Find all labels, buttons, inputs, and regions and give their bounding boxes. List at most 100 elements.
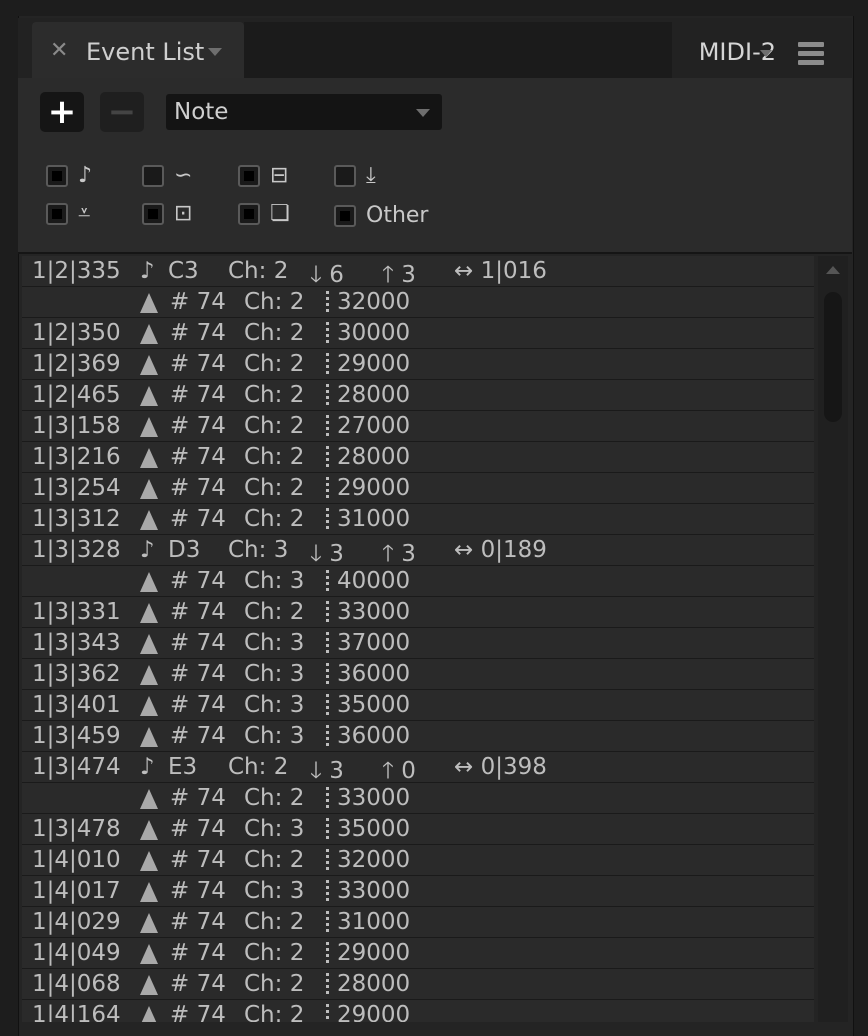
hamburger-menu-icon[interactable] bbox=[798, 42, 824, 69]
note-icon: ♪ bbox=[140, 258, 155, 284]
controller-value: 32000 bbox=[326, 289, 410, 315]
controller-value-text: 35000 bbox=[337, 692, 411, 718]
filter-note-checkbox[interactable] bbox=[46, 165, 68, 187]
filter-program[interactable]: ⊡ bbox=[142, 203, 192, 225]
event-time: 1|3|331 bbox=[32, 599, 121, 625]
controller-event-row[interactable]: 1|2|369 # 74 Ch: 2 29000 bbox=[22, 349, 814, 380]
chevron-down-icon[interactable] bbox=[760, 50, 772, 57]
note-event-row[interactable]: 1|2|335 ♪ C3 Ch: 2 🡓 6 🡑 3 ↔ 1|016 bbox=[22, 256, 814, 288]
chevron-down-icon[interactable] bbox=[208, 48, 222, 56]
event-time: 1|4|164 bbox=[32, 1002, 121, 1022]
controller-event-row[interactable]: 1|2|350 # 74 Ch: 2 30000 bbox=[22, 318, 814, 349]
controller-event-row[interactable]: 1|3|362 # 74 Ch: 3 36000 bbox=[22, 659, 814, 690]
event-time: 1|3|312 bbox=[32, 506, 121, 532]
off-velocity-value: 3 bbox=[401, 541, 416, 567]
controller-event-row[interactable]: 1|2|465 # 74 Ch: 2 28000 bbox=[22, 380, 814, 411]
controller-event-row[interactable]: 1|3|158 # 74 Ch: 2 27000 bbox=[22, 411, 814, 442]
controller-number: # 74 bbox=[170, 971, 226, 997]
event-channel: Ch: 2 bbox=[244, 785, 305, 811]
controller-value-text: 29000 bbox=[337, 1002, 411, 1022]
controller-value-text: 27000 bbox=[337, 413, 411, 439]
value-icon bbox=[326, 445, 329, 470]
event-channel: Ch: 2 bbox=[244, 413, 305, 439]
controller-event-row[interactable]: 1|3|331 # 74 Ch: 2 33000 bbox=[22, 597, 814, 628]
controller-event-row[interactable]: # 74 Ch: 3 40000 bbox=[22, 566, 814, 597]
controller-value: 33000 bbox=[326, 878, 410, 904]
value-icon bbox=[326, 817, 329, 842]
off-velocity-value: 3 bbox=[401, 262, 416, 288]
controller-number: # 74 bbox=[170, 320, 226, 346]
filter-controller[interactable]: ⩡ bbox=[46, 203, 90, 225]
controller-event-row[interactable]: 1|3|401 # 74 Ch: 3 35000 bbox=[22, 690, 814, 721]
controller-event-row[interactable]: 1|3|478 # 74 Ch: 3 35000 bbox=[22, 814, 814, 845]
controller-event-row[interactable]: 1|4|017 # 74 Ch: 3 33000 bbox=[22, 876, 814, 907]
controller-value: 35000 bbox=[326, 692, 410, 718]
filter-poly-checkbox[interactable] bbox=[238, 203, 260, 225]
filter-aftertouch[interactable]: ⊟ bbox=[238, 165, 288, 187]
event-channel: Ch: 2 bbox=[244, 599, 305, 625]
note-icon: ♪ bbox=[78, 163, 93, 188]
event-channel: Ch: 2 bbox=[244, 940, 305, 966]
filter-other[interactable]: Other bbox=[334, 203, 428, 228]
scrollbar-thumb[interactable] bbox=[824, 292, 842, 422]
controller-event-row[interactable]: 1|3|459 # 74 Ch: 3 36000 bbox=[22, 721, 814, 752]
length-value: 0|398 bbox=[480, 754, 547, 780]
controller-value-text: 29000 bbox=[337, 351, 411, 377]
controller-icon bbox=[140, 661, 158, 691]
controller-event-row[interactable]: 1|3|254 # 74 Ch: 2 29000 bbox=[22, 473, 814, 504]
controller-number: # 74 bbox=[170, 444, 226, 470]
controller-event-row[interactable]: # 74 Ch: 2 32000 bbox=[22, 287, 814, 318]
note-icon: ♪ bbox=[140, 537, 155, 563]
event-time: 1|3|474 bbox=[32, 754, 121, 780]
length-icon: ↔ bbox=[454, 537, 474, 563]
controller-event-row[interactable]: 1|4|029 # 74 Ch: 2 31000 bbox=[22, 907, 814, 938]
filter-note[interactable]: ♪ bbox=[46, 165, 92, 187]
note-icon: ♪ bbox=[140, 754, 155, 780]
filter-pitchbend[interactable]: ∽ bbox=[142, 165, 192, 187]
scrollbar[interactable] bbox=[818, 256, 848, 1022]
controller-icon bbox=[140, 351, 158, 381]
controller-value: 28000 bbox=[326, 444, 410, 470]
value-icon bbox=[326, 879, 329, 904]
controller-icon bbox=[140, 1002, 158, 1022]
filter-sysex[interactable]: ⤓ bbox=[334, 165, 376, 187]
controller-value: 35000 bbox=[326, 816, 410, 842]
controller-event-row[interactable]: 1|4|164 # 74 Ch: 2 29000 bbox=[22, 1000, 814, 1022]
controller-value-text: 33000 bbox=[337, 878, 411, 904]
event-list[interactable]: 1|2|335 ♪ C3 Ch: 2 🡓 6 🡑 3 ↔ 1|016 # 74 Ch: 2 320… bbox=[22, 256, 814, 1022]
filter-sysex-checkbox[interactable] bbox=[334, 165, 356, 187]
close-icon[interactable]: ✕ bbox=[50, 40, 68, 62]
filter-controller-checkbox[interactable] bbox=[46, 203, 68, 225]
event-time: 1|3|328 bbox=[32, 537, 121, 563]
filter-pitchbend-checkbox[interactable] bbox=[142, 165, 164, 187]
controller-event-row[interactable]: 1|4|049 # 74 Ch: 2 29000 bbox=[22, 938, 814, 969]
scroll-up-icon[interactable] bbox=[826, 266, 840, 274]
note-event-row[interactable]: 1|3|328 ♪ D3 Ch: 3 🡓 3 🡑 3 ↔ 0|189 bbox=[22, 535, 814, 567]
filter-program-checkbox[interactable] bbox=[142, 203, 164, 225]
controller-value-text: 33000 bbox=[337, 599, 411, 625]
controller-value: 37000 bbox=[326, 630, 410, 656]
controller-event-row[interactable]: 1|3|312 # 74 Ch: 2 31000 bbox=[22, 504, 814, 535]
event-time: 1|2|465 bbox=[32, 382, 121, 408]
event-channel: Ch: 3 bbox=[244, 661, 305, 687]
controller-event-row[interactable]: 1|3|216 # 74 Ch: 2 28000 bbox=[22, 442, 814, 473]
event-type-select[interactable]: Note bbox=[166, 94, 442, 130]
controller-icon bbox=[140, 506, 158, 536]
note-event-row[interactable]: 1|3|474 ♪ E3 Ch: 2 🡓 3 🡑 0 ↔ 0|398 bbox=[22, 752, 814, 784]
controller-value: 32000 bbox=[326, 847, 410, 873]
controller-event-row[interactable]: # 74 Ch: 2 33000 bbox=[22, 783, 814, 814]
controller-event-row[interactable]: 1|4|010 # 74 Ch: 2 32000 bbox=[22, 845, 814, 876]
add-event-button[interactable]: + bbox=[40, 92, 84, 132]
remove-event-button[interactable]: − bbox=[100, 92, 144, 132]
filter-other-checkbox[interactable] bbox=[334, 204, 356, 227]
tab-title: Event List bbox=[86, 38, 205, 66]
filter-aftertouch-checkbox[interactable] bbox=[238, 165, 260, 187]
controller-event-row[interactable]: 1|4|068 # 74 Ch: 2 28000 bbox=[22, 969, 814, 1000]
controller-event-row[interactable]: 1|3|343 # 74 Ch: 3 37000 bbox=[22, 628, 814, 659]
tab-event-list[interactable]: ✕ Event List bbox=[32, 22, 244, 78]
filter-poly[interactable]: ❏ bbox=[238, 203, 290, 225]
event-channel: Ch: 2 bbox=[228, 754, 289, 780]
event-channel: Ch: 2 bbox=[244, 506, 305, 532]
controller-icon bbox=[140, 444, 158, 474]
controller-number: # 74 bbox=[170, 475, 226, 501]
